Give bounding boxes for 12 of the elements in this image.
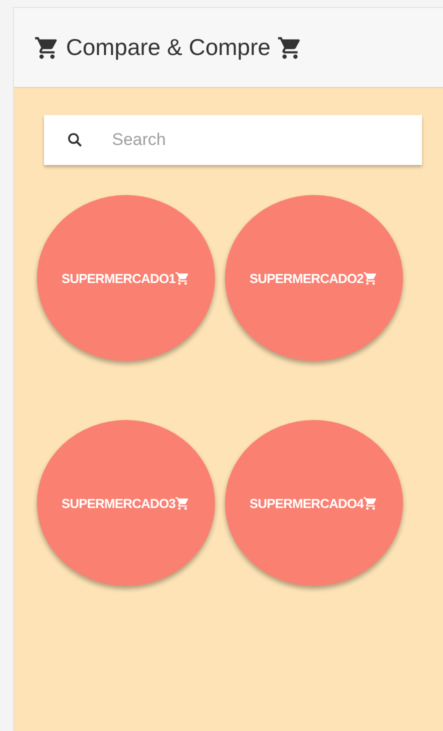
cart-icon — [363, 270, 378, 286]
cart-icon — [363, 496, 378, 510]
search-field[interactable]: Search — [110, 129, 394, 151]
cart-icon — [175, 270, 190, 286]
search-bar[interactable]: Search — [44, 115, 422, 165]
store-button[interactable]: SUPERMERCADO1 — [37, 195, 215, 361]
app-title: Compare & Compre — [66, 34, 271, 61]
store-button[interactable]: SUPERMERCADO4 — [225, 420, 403, 586]
search-icon — [66, 131, 84, 149]
store-button[interactable]: SUPERMERCADO3 — [37, 420, 215, 586]
store-button[interactable]: SUPERMERCADO2 — [225, 195, 403, 361]
cart-icon — [175, 496, 190, 510]
